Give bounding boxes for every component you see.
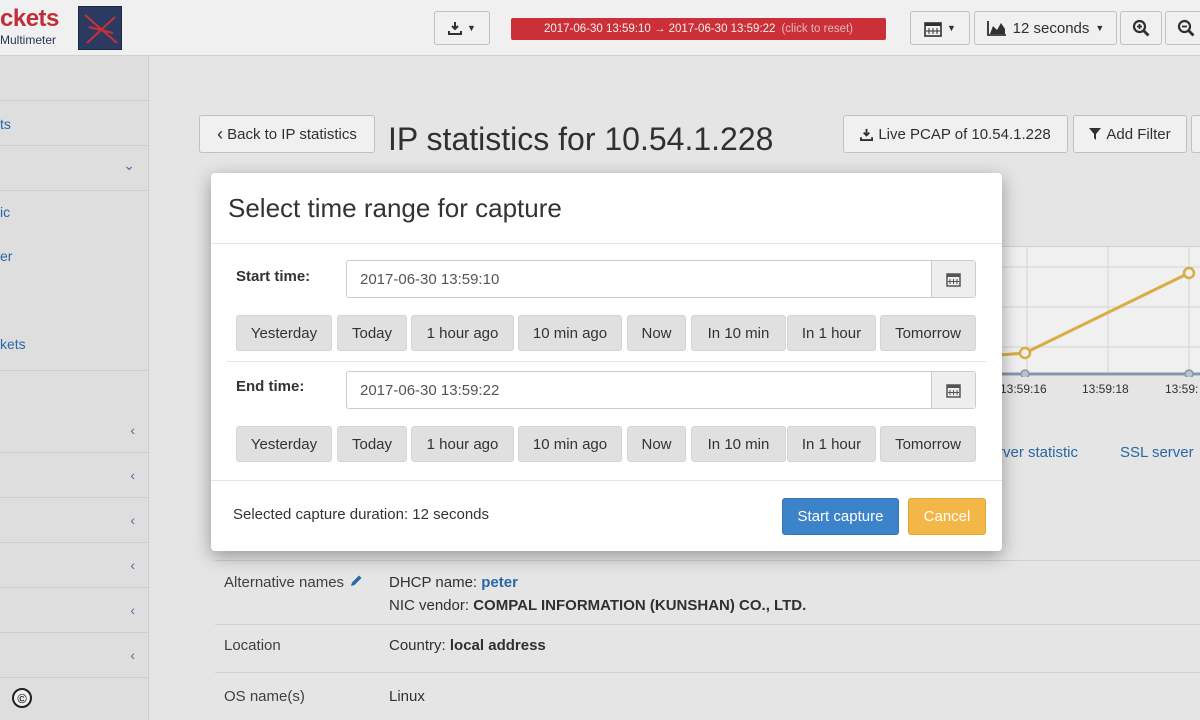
end-quick-in-10-min-button[interactable]: In 10 min (691, 426, 786, 462)
calendar-icon (946, 383, 961, 398)
start-time-label: Start time: (236, 268, 311, 285)
start-quick-yesterday-button[interactable]: Yesterday (236, 315, 332, 351)
start-quick-today-button[interactable]: Today (337, 315, 407, 351)
modal-title: Select time range for capture (228, 193, 562, 223)
cancel-button[interactable]: Cancel (908, 498, 986, 535)
end-quick-1-hour-ago-button[interactable]: 1 hour ago (411, 426, 514, 462)
start-time-input[interactable] (347, 261, 933, 297)
end-time-field (346, 371, 976, 409)
end-quick-today-button[interactable]: Today (337, 426, 407, 462)
end-time-label: End time: (236, 378, 305, 395)
modal-divider (227, 361, 986, 362)
start-quick-1-hour-ago-button[interactable]: 1 hour ago (411, 315, 514, 351)
end-quick-in-1-hour-button[interactable]: In 1 hour (787, 426, 876, 462)
modal-footer-divider (211, 480, 1002, 481)
end-quick-now-button[interactable]: Now (627, 426, 686, 462)
end-time-calendar-button[interactable] (931, 372, 975, 408)
end-time-input[interactable] (347, 372, 933, 408)
modal-divider (211, 243, 1002, 244)
start-quick-in-1-hour-button[interactable]: In 1 hour (787, 315, 876, 351)
start-capture-button[interactable]: Start capture (782, 498, 899, 535)
start-time-field (346, 260, 976, 298)
start-quick-tomorrow-button[interactable]: Tomorrow (880, 315, 976, 351)
start-quick-10-min-ago-button[interactable]: 10 min ago (518, 315, 622, 351)
calendar-icon (946, 272, 961, 287)
capture-time-range-modal: Select time range for capture Start time… (211, 173, 1002, 551)
start-quick-now-button[interactable]: Now (627, 315, 686, 351)
capture-duration-text: Selected capture duration: 12 seconds (233, 506, 490, 523)
start-time-calendar-button[interactable] (931, 261, 975, 297)
start-quick-in-10-min-button[interactable]: In 10 min (691, 315, 786, 351)
end-quick-tomorrow-button[interactable]: Tomorrow (880, 426, 976, 462)
end-quick-10-min-ago-button[interactable]: 10 min ago (518, 426, 622, 462)
end-quick-yesterday-button[interactable]: Yesterday (236, 426, 332, 462)
